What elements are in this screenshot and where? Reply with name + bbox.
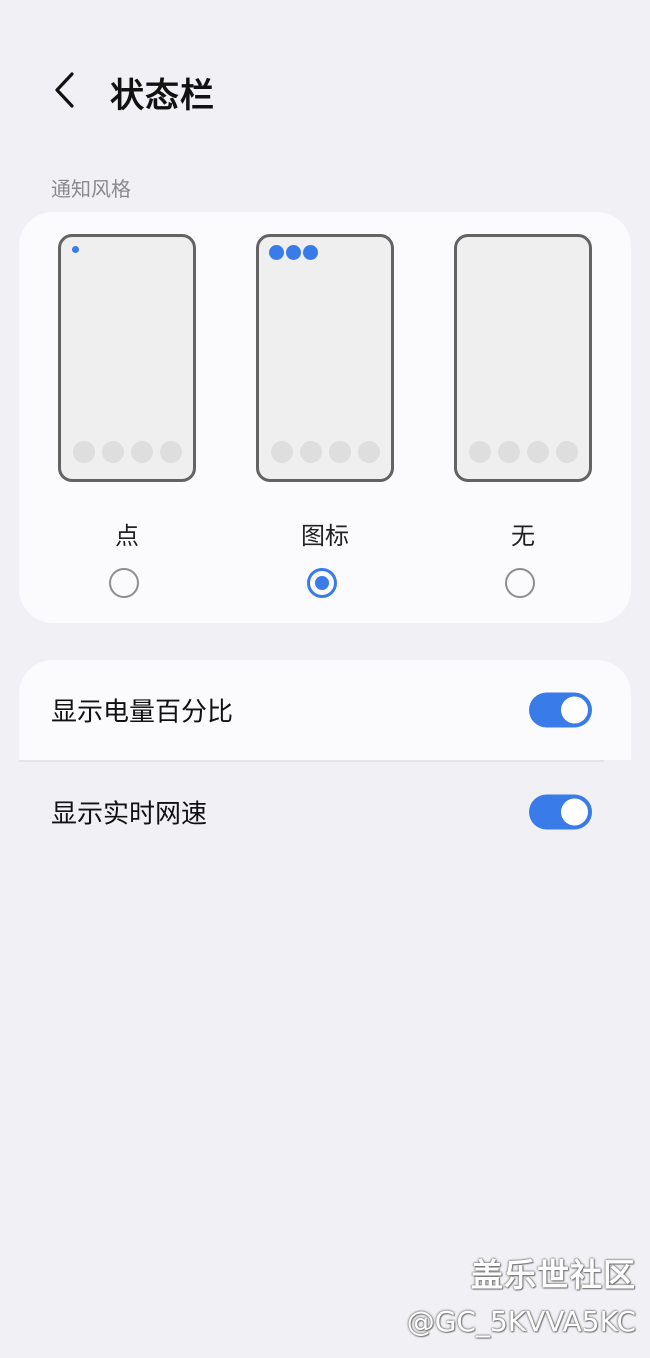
option-icons[interactable]: 图标 xyxy=(256,212,396,623)
back-button[interactable] xyxy=(40,66,88,114)
option-label-none: 无 xyxy=(511,522,535,550)
notification-dot-icon xyxy=(72,246,79,253)
radio-icons[interactable] xyxy=(307,568,337,598)
setting-row-battery-percentage[interactable]: 显示电量百分比 xyxy=(0,660,650,760)
page-title: 状态栏 xyxy=(110,76,215,116)
option-dot[interactable]: 点 xyxy=(58,212,198,623)
radio-dot[interactable] xyxy=(109,568,139,598)
option-none[interactable]: 无 xyxy=(454,212,594,623)
section-label-notification-style: 通知风格 xyxy=(51,177,131,201)
dock-preview xyxy=(469,441,578,463)
notification-icons-preview xyxy=(269,245,318,260)
setting-label-battery-percentage: 显示电量百分比 xyxy=(51,697,234,728)
setting-row-network-speed[interactable]: 显示实时网速 xyxy=(0,762,650,862)
back-arrow-icon xyxy=(55,72,74,108)
option-label-dot: 点 xyxy=(115,522,139,550)
dock-preview xyxy=(73,441,182,463)
phone-preview-icons xyxy=(256,234,394,482)
setting-label-network-speed: 显示实时网速 xyxy=(51,799,208,830)
network-speed-toggle[interactable] xyxy=(529,794,592,830)
watermark-user-handle: @GC_5KVVA5KC xyxy=(406,1305,636,1338)
watermark-community: 盖乐世社区 xyxy=(470,1256,636,1294)
battery-percentage-toggle[interactable] xyxy=(529,692,592,728)
notification-style-card: 点 图标 无 xyxy=(19,212,631,623)
dock-preview xyxy=(271,441,380,463)
toggle-knob xyxy=(561,798,588,826)
phone-preview-dot xyxy=(58,234,196,482)
radio-none[interactable] xyxy=(505,568,535,598)
toggle-knob xyxy=(561,696,588,724)
phone-preview-none xyxy=(454,234,592,482)
option-label-icons: 图标 xyxy=(301,522,349,550)
app-header: 状态栏 xyxy=(0,60,650,120)
